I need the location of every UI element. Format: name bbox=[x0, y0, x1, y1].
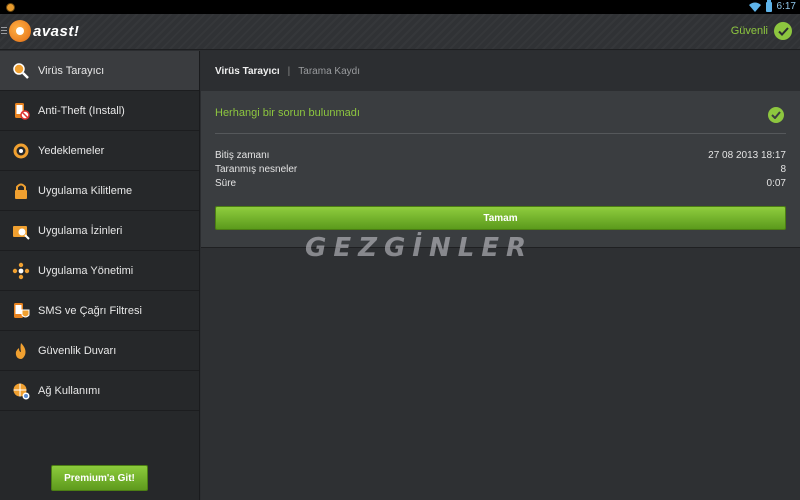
detail-value: 0:07 bbox=[766, 178, 786, 189]
sidebar-item-network-usage[interactable]: Ağ Kullanımı bbox=[0, 371, 199, 411]
sidebar: Virüs Tarayıcı Anti-Theft (Install) Yede… bbox=[0, 51, 200, 500]
logo-text: avast! bbox=[33, 22, 80, 40]
app-manager-icon bbox=[12, 262, 30, 280]
sidebar-item-label: Yedeklemeler bbox=[38, 144, 105, 157]
battery-icon bbox=[765, 0, 772, 12]
notification-icon bbox=[6, 3, 15, 12]
tab-virus-scanner[interactable]: Virüs Tarayıcı bbox=[215, 66, 280, 77]
permissions-icon bbox=[12, 222, 30, 240]
sidebar-item-app-permissions[interactable]: Uygulama İzinleri bbox=[0, 211, 199, 251]
sidebar-item-firewall[interactable]: Güvenlik Duvarı bbox=[0, 331, 199, 371]
wifi-icon bbox=[748, 2, 761, 12]
network-usage-icon bbox=[12, 382, 30, 400]
protection-status[interactable]: Güvenli bbox=[731, 22, 792, 40]
app-bar: avast! Güvenli bbox=[0, 14, 800, 50]
detail-label: Bitiş zamanı bbox=[215, 150, 270, 161]
sidebar-item-label: Virüs Tarayıcı bbox=[38, 64, 105, 77]
sidebar-item-anti-theft[interactable]: Anti-Theft (Install) bbox=[0, 91, 199, 131]
system-status-bar: 6:17 bbox=[0, 0, 800, 14]
detail-value: 8 bbox=[780, 164, 786, 175]
sidebar-item-label: Ağ Kullanımı bbox=[38, 384, 101, 397]
sidebar-item-label: Uygulama Yönetimi bbox=[38, 264, 134, 277]
sidebar-item-label: SMS ve Çağrı Filtresi bbox=[38, 304, 142, 317]
detail-row: Süre 0:07 bbox=[215, 178, 786, 189]
clock: 6:17 bbox=[776, 1, 796, 12]
detail-label: Süre bbox=[215, 178, 237, 189]
tab-separator: | bbox=[287, 65, 291, 77]
go-premium-button[interactable]: Premium'a Git! bbox=[51, 465, 148, 491]
tab-bar: Virüs Tarayıcı | Tarama Kaydı bbox=[201, 51, 800, 91]
tab-scan-log[interactable]: Tarama Kaydı bbox=[298, 66, 360, 77]
sidebar-item-app-locking[interactable]: Uygulama Kilitleme bbox=[0, 171, 199, 211]
divider bbox=[215, 133, 786, 134]
lock-icon bbox=[12, 182, 30, 200]
protection-status-label: Güvenli bbox=[730, 25, 768, 37]
scan-result-card: Herhangi bir sorun bulunmadı Bitiş zaman… bbox=[201, 91, 800, 247]
sidebar-item-label: Anti-Theft (Install) bbox=[38, 104, 125, 117]
detail-row: Taranmış nesneler 8 bbox=[215, 164, 786, 175]
avast-logo-icon bbox=[9, 20, 31, 42]
sidebar-item-label: Güvenlik Duvarı bbox=[38, 344, 117, 357]
avast-logo[interactable]: avast! bbox=[9, 20, 79, 42]
status-bar-right: 6:17 bbox=[748, 0, 796, 12]
detail-row: Bitiş zamanı 27 08 2013 18:17 bbox=[215, 150, 786, 161]
sidebar-item-app-management[interactable]: Uygulama Yönetimi bbox=[0, 251, 199, 291]
backup-icon bbox=[12, 142, 30, 160]
main-panel: Virüs Tarayıcı | Tarama Kaydı Herhangi b… bbox=[201, 51, 800, 500]
sidebar-item-virus-scanner[interactable]: Virüs Tarayıcı bbox=[0, 51, 199, 91]
sidebar-item-label: Uygulama Kilitleme bbox=[38, 184, 133, 197]
sidebar-item-backups[interactable]: Yedeklemeler bbox=[0, 131, 199, 171]
virus-scanner-icon bbox=[12, 62, 30, 80]
anti-theft-icon bbox=[12, 102, 30, 120]
detail-label: Taranmış nesneler bbox=[215, 164, 298, 175]
watermark-text: GEZGİNLER bbox=[305, 233, 534, 263]
check-icon bbox=[768, 107, 784, 123]
scan-result-message: Herhangi bir sorun bulunmadı bbox=[215, 107, 360, 119]
check-icon bbox=[774, 22, 792, 40]
empty-content-area bbox=[201, 247, 800, 500]
menu-icon[interactable] bbox=[1, 27, 7, 35]
ok-button[interactable]: Tamam bbox=[215, 206, 786, 230]
sidebar-item-sms-call-filter[interactable]: SMS ve Çağrı Filtresi bbox=[0, 291, 199, 331]
firewall-icon bbox=[12, 342, 30, 360]
detail-value: 27 08 2013 18:17 bbox=[708, 150, 786, 161]
sms-filter-icon bbox=[12, 302, 30, 320]
sidebar-item-label: Uygulama İzinleri bbox=[38, 224, 123, 237]
